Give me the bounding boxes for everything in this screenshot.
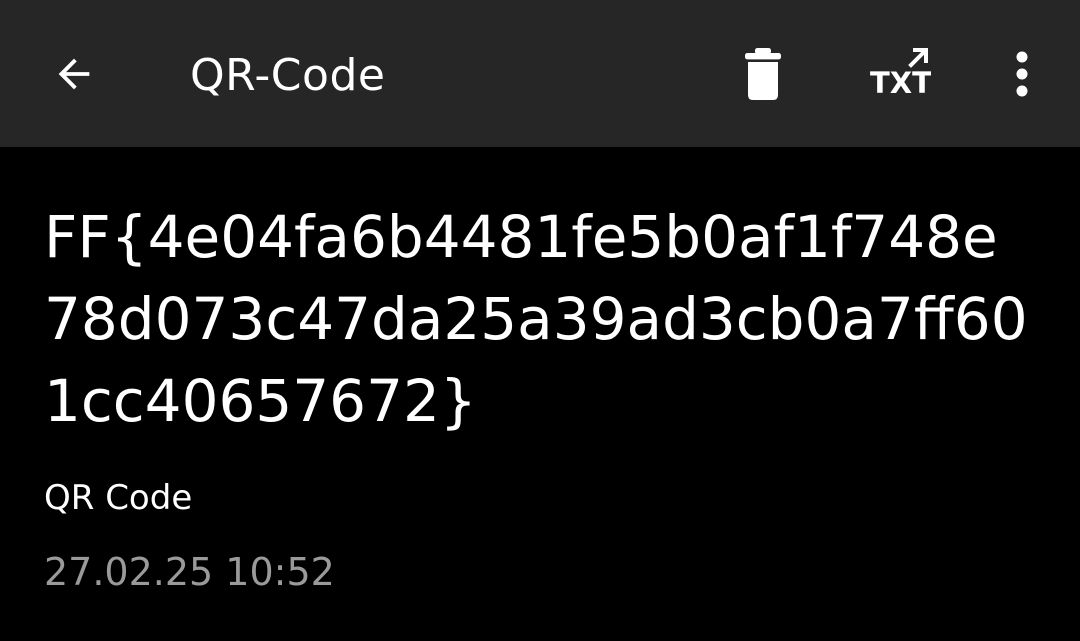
txt-export-label: TXT: [870, 66, 931, 100]
app-screen: QR-Code TXT FF{4e04fa6b4481fe5b0af1f748e…: [0, 0, 1080, 641]
export-txt-button[interactable]: TXT: [850, 0, 950, 147]
back-button[interactable]: [24, 0, 124, 147]
trash-icon: [745, 47, 781, 100]
delete-button[interactable]: [713, 0, 813, 147]
top-app-bar: QR-Code TXT: [0, 0, 1080, 147]
scan-timestamp: 27.02.25 10:52: [44, 550, 335, 594]
arrow-back-icon: [58, 58, 90, 89]
code-format-label: QR Code: [44, 478, 193, 518]
more-options-button[interactable]: [982, 0, 1062, 147]
page-title: QR-Code: [190, 50, 386, 101]
scanned-code-text[interactable]: FF{4e04fa6b4481fe5b0af1f748e78d073c47da2…: [44, 196, 1034, 442]
more-vert-icon: [1016, 51, 1028, 96]
scan-result-panel: FF{4e04fa6b4481fe5b0af1f748e78d073c47da2…: [44, 196, 1044, 594]
txt-export-icon: TXT: [870, 47, 931, 100]
